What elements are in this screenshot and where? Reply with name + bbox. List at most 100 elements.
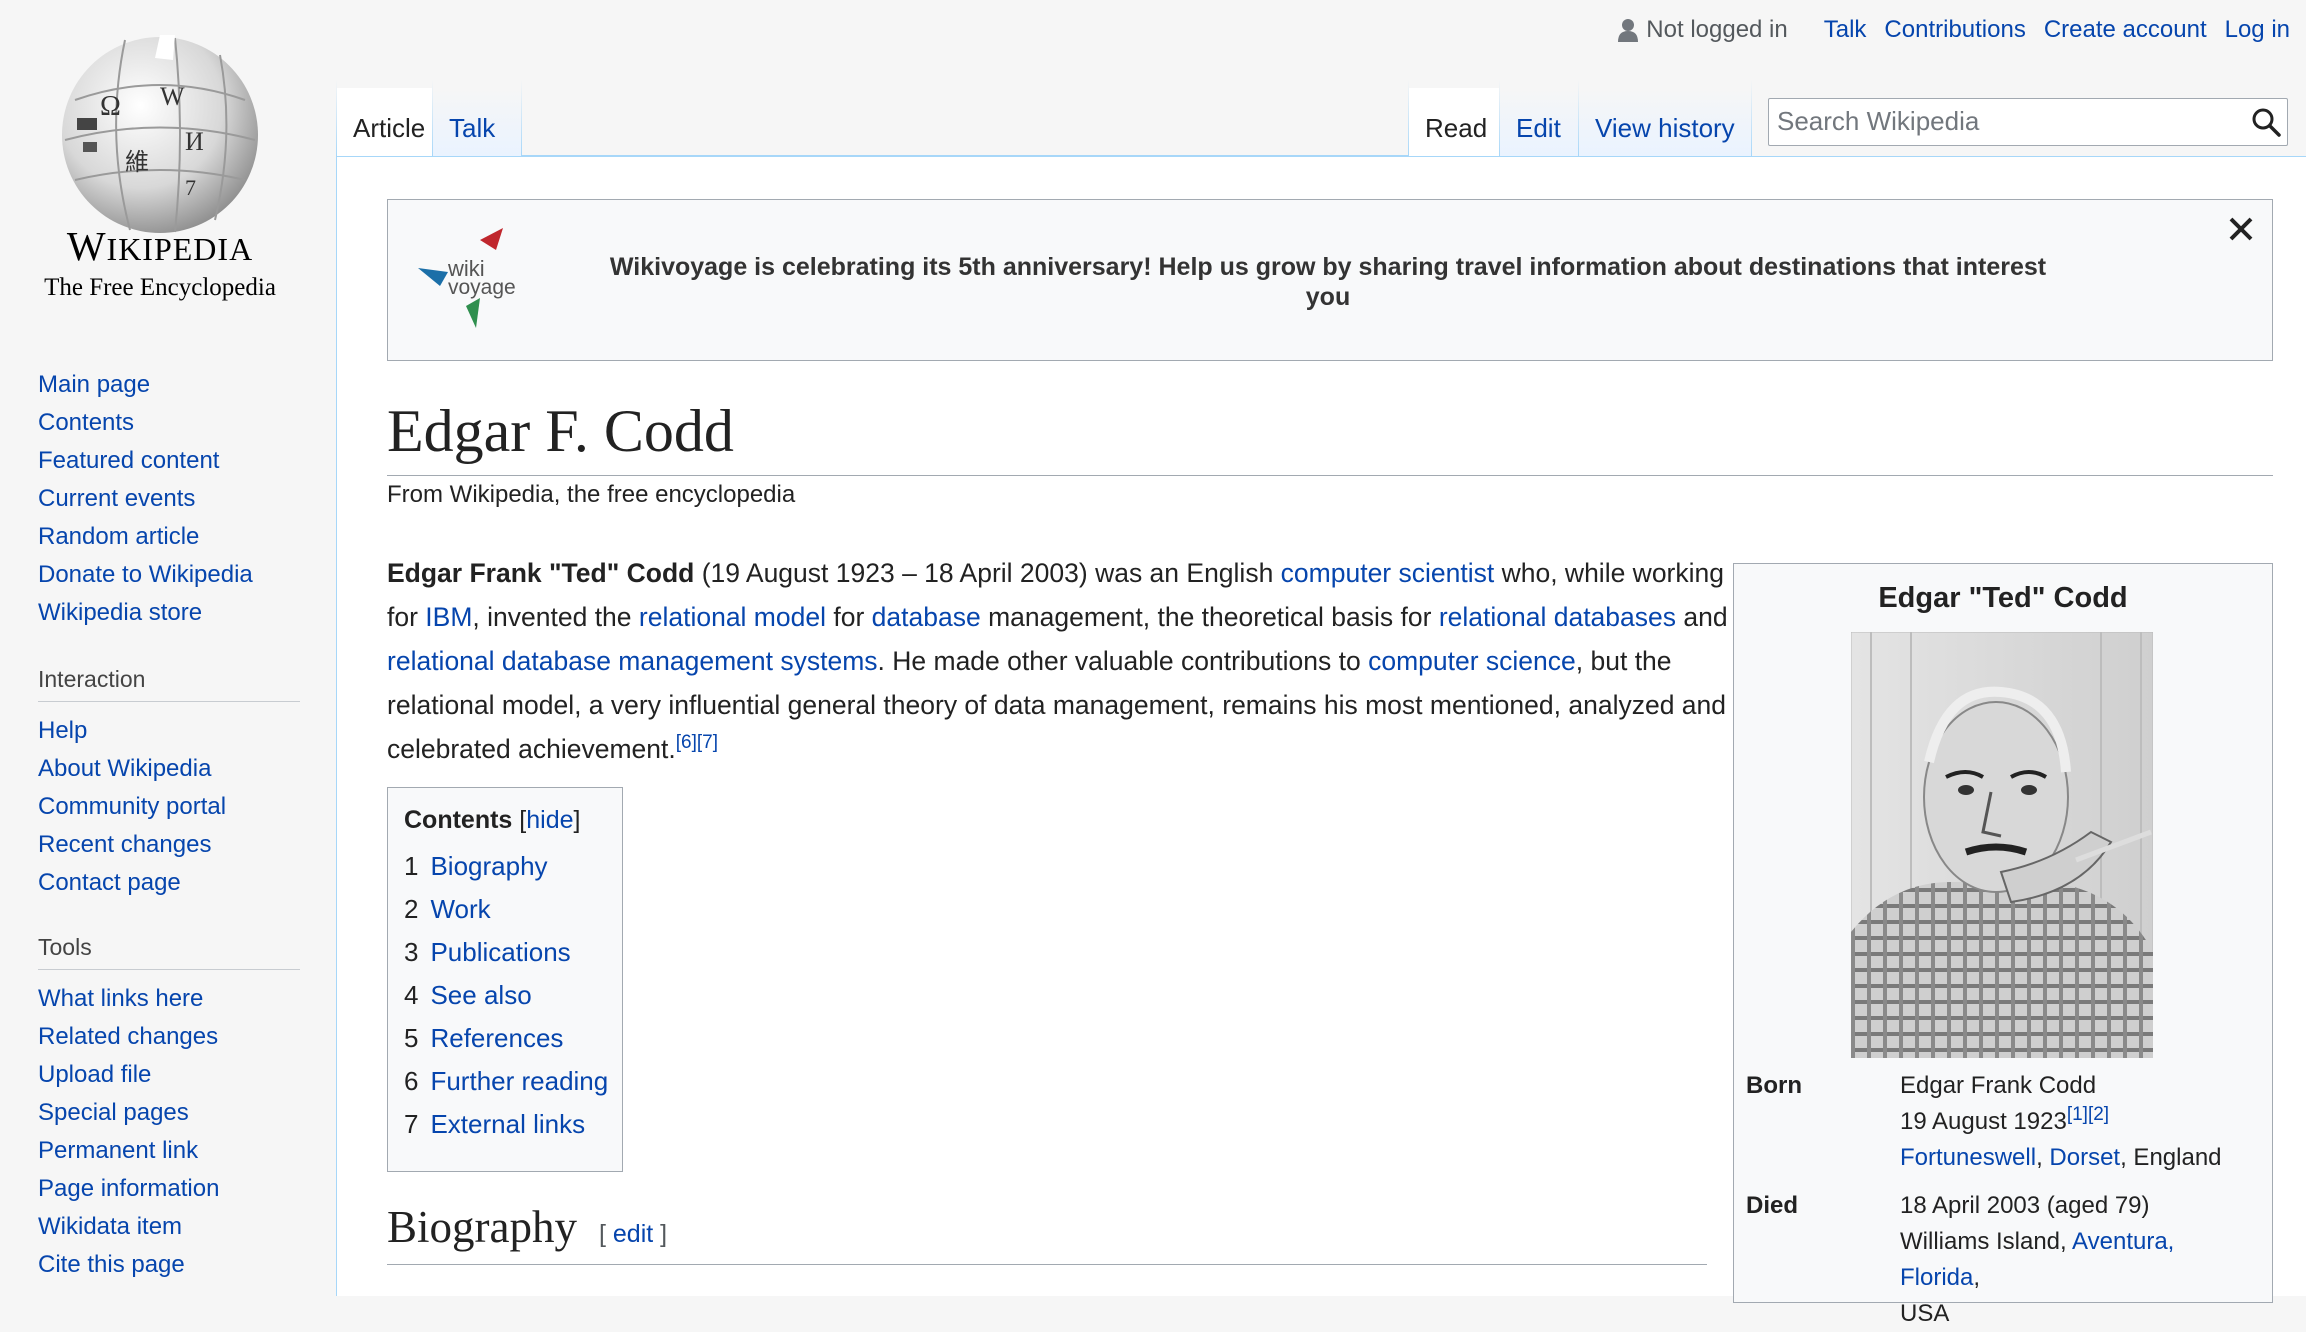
lead-text: , invented the — [472, 602, 639, 632]
toc-link-further-reading[interactable]: Further reading — [430, 1066, 608, 1096]
link-database[interactable]: database — [872, 602, 981, 632]
sidebar-item-community-portal[interactable]: Community portal — [38, 793, 226, 820]
citation-1[interactable]: [1] — [2067, 1104, 2088, 1125]
sidebar-item-current-events[interactable]: Current events — [38, 485, 195, 512]
sidebar-item-cite-this-page[interactable]: Cite this page — [38, 1251, 185, 1278]
wikipedia-logo[interactable]: Ω W И 維 7 WIKIPEDIA The Free Encyclopedi… — [0, 0, 320, 330]
sidebar-item-contact-page[interactable]: Contact page — [38, 869, 181, 896]
close-icon[interactable] — [2224, 212, 2258, 246]
log-in-link[interactable]: Log in — [2225, 16, 2290, 44]
sidebar-item-contents[interactable]: Contents — [38, 409, 134, 436]
link-relational-databases[interactable]: relational databases — [1439, 602, 1676, 632]
tab-talk-label[interactable]: Talk — [449, 113, 495, 143]
tab-edit[interactable]: Edit — [1500, 88, 1578, 156]
svg-text:Ω: Ω — [100, 91, 121, 122]
toc-number: 7 — [404, 1109, 419, 1139]
sidebar-item-wikidata-item[interactable]: Wikidata item — [38, 1213, 182, 1240]
link-ibm[interactable]: IBM — [425, 602, 472, 632]
link-fortuneswell[interactable]: Fortuneswell — [1900, 1144, 2036, 1171]
contributions-link[interactable]: Contributions — [1884, 16, 2025, 44]
tab-read[interactable]: Read — [1409, 88, 1499, 156]
sidebar-item-recent-changes[interactable]: Recent changes — [38, 831, 211, 858]
sidebar-item-main-page[interactable]: Main page — [38, 371, 150, 398]
toc-item[interactable]: 3 Publications — [404, 931, 606, 974]
tab-view-history[interactable]: View history — [1579, 88, 1751, 156]
search-input[interactable] — [1769, 99, 2247, 143]
sidebar-heading-tools[interactable]: Tools — [38, 934, 300, 970]
infobox-value-born: Edgar Frank Codd 19 August 1923[1][2] Fo… — [1900, 1068, 2260, 1176]
create-account-link[interactable]: Create account — [2044, 16, 2207, 44]
sidebar-interaction: Interaction Help About Wikipedia Communi… — [38, 666, 300, 902]
toc-link-see-also[interactable]: See also — [430, 980, 531, 1010]
sidebar-item-related-changes[interactable]: Related changes — [38, 1023, 218, 1050]
banner-message[interactable]: Wikivoyage is celebrating its 5th annive… — [608, 252, 2048, 312]
link-relational-model[interactable]: relational model — [639, 602, 826, 632]
tab-view-history-label[interactable]: View history — [1595, 113, 1735, 143]
sidebar-item-permanent-link[interactable]: Permanent link — [38, 1137, 198, 1164]
sidebar-item-about[interactable]: About Wikipedia — [38, 755, 211, 782]
sidebar-tools: Tools What links here Related changes Up… — [38, 934, 300, 1284]
lead-text: (19 August 1923 – 18 April 2003) was an … — [694, 558, 1281, 588]
lead-text: . He made other valuable contributions t… — [877, 646, 1369, 676]
sidebar-item-upload-file[interactable]: Upload file — [38, 1061, 151, 1088]
sidebar-item-special-pages[interactable]: Special pages — [38, 1099, 189, 1126]
sidebar-item-random-article[interactable]: Random article — [38, 523, 199, 550]
wikipedia-globe-icon: Ω W И 維 7 — [62, 35, 258, 233]
infobox-label-born: Born — [1746, 1072, 1802, 1099]
sidebar-heading-interaction[interactable]: Interaction — [38, 666, 300, 702]
toc-item[interactable]: 1 Biography — [404, 845, 606, 888]
citation-7[interactable]: [7] — [697, 732, 718, 753]
personal-tools: Not logged in Talk Contributions Create … — [1618, 16, 2290, 44]
died-country: USA — [1900, 1300, 1950, 1327]
section-edit-link[interactable]: edit — [613, 1220, 653, 1248]
sidebar-item-page-information[interactable]: Page information — [38, 1175, 219, 1202]
tab-talk[interactable]: Talk — [433, 88, 521, 156]
search-icon[interactable] — [2251, 107, 2281, 137]
sidebar-item-donate[interactable]: Donate to Wikipedia — [38, 561, 253, 588]
sidebar-item-what-links-here[interactable]: What links here — [38, 985, 203, 1012]
toc-number: 5 — [404, 1023, 419, 1053]
infobox: Edgar "Ted" Codd Born Edgar Frank Codd 1… — [1733, 563, 2273, 1327]
toc-link-work[interactable]: Work — [430, 894, 490, 924]
toc-link-external-links[interactable]: External links — [430, 1109, 585, 1139]
born-date: 19 August 1923[1][2] — [1900, 1104, 2110, 1135]
sidebar-item-featured-content[interactable]: Featured content — [38, 447, 219, 474]
toc-number: 3 — [404, 937, 419, 967]
toc-link-publications[interactable]: Publications — [430, 937, 570, 967]
link-dorset[interactable]: Dorset — [2049, 1144, 2120, 1171]
link-rdbms[interactable]: relational database management systems — [387, 646, 878, 676]
link-computer-scientist[interactable]: computer scientist — [1281, 558, 1495, 588]
sidebar-item-help[interactable]: Help — [38, 717, 87, 744]
page-title: Edgar F. Codd — [387, 391, 2273, 476]
site-subtitle: From Wikipedia, the free encyclopedia — [387, 481, 796, 508]
toc-link-biography[interactable]: Biography — [430, 851, 547, 881]
talk-link[interactable]: Talk — [1824, 16, 1867, 44]
main-content: wiki voyage Wikivoyage is celebrating it… — [336, 156, 2306, 1327]
link-computer-science[interactable]: computer science — [1368, 646, 1576, 676]
toc-item[interactable]: 6 Further reading — [404, 1060, 608, 1103]
sidebar-item-store[interactable]: Wikipedia store — [38, 599, 202, 626]
citation-2[interactable]: [2] — [2088, 1104, 2109, 1125]
svg-text:維: 維 — [125, 149, 149, 176]
toc-link-references[interactable]: References — [430, 1023, 563, 1053]
tab-article[interactable]: Article — [337, 88, 432, 156]
toc-item[interactable]: 7 External links — [404, 1103, 606, 1146]
tab-edit-label[interactable]: Edit — [1516, 113, 1561, 143]
toc-item[interactable]: 5 References — [404, 1017, 606, 1060]
toc-title: Contents — [404, 806, 513, 834]
section-heading-text: Biography — [387, 1202, 577, 1252]
section-edit: [ edit ] — [598, 1220, 668, 1248]
toc-item[interactable]: 4 See also — [404, 974, 606, 1017]
wikipedia-tagline: The Free Encyclopedia — [44, 274, 276, 301]
toc-hide-toggle[interactable]: [hide] — [519, 806, 580, 834]
toc-item[interactable]: 2 Work — [404, 888, 606, 931]
lead-text: and — [1676, 602, 1728, 632]
portrait-photo[interactable] — [1851, 632, 2153, 1058]
citation-6[interactable]: [6] — [676, 732, 697, 753]
died-place: Williams Island, Aventura, Florida, — [1900, 1228, 2175, 1291]
lead-text: for — [826, 602, 872, 632]
died-date: 18 April 2003 (aged 79) — [1900, 1192, 2150, 1219]
toc-number: 2 — [404, 894, 419, 924]
wikivoyage-logo-icon[interactable]: wiki voyage — [418, 228, 528, 328]
toc-hide-link[interactable]: hide — [526, 806, 573, 834]
